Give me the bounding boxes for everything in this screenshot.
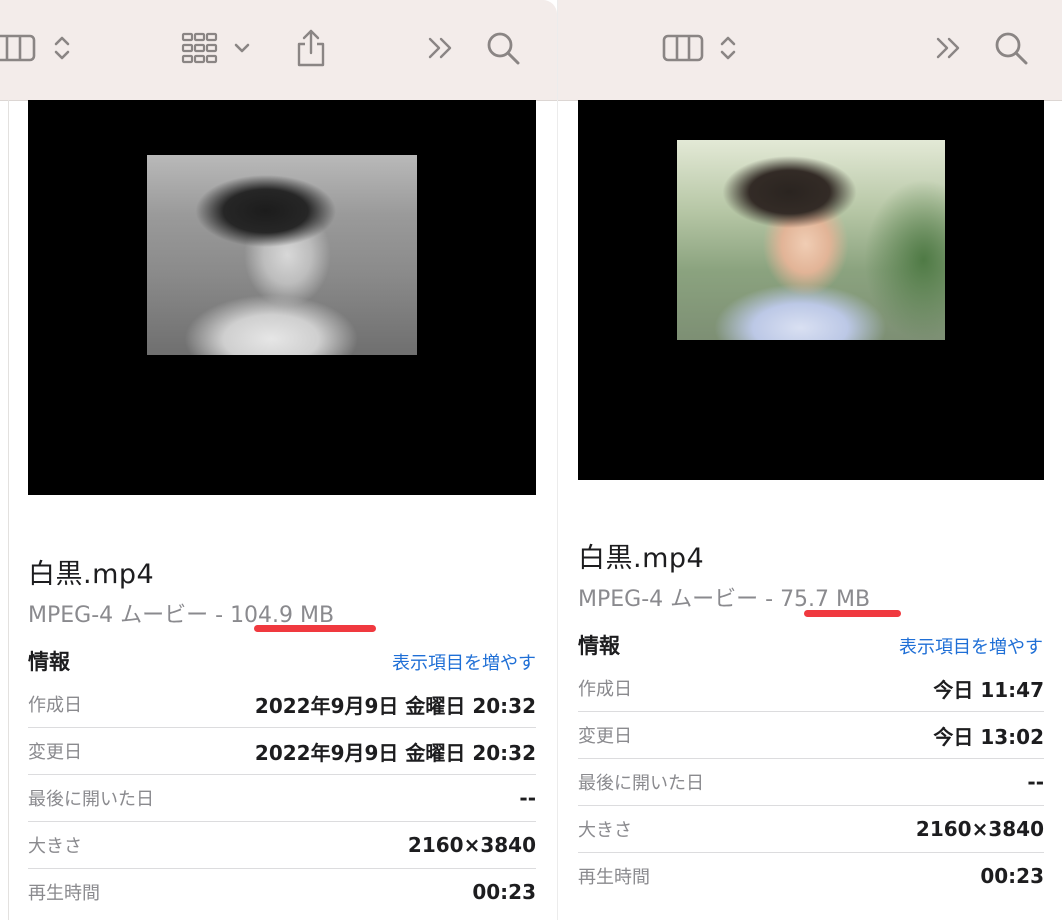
show-more-link[interactable]: 表示項目を増やす — [899, 633, 1043, 659]
updown-chevron-icon[interactable] — [50, 28, 74, 68]
info-row-modified: 変更日 2022年9月9日 金曜日 20:32 — [28, 727, 536, 774]
info-row-modified: 変更日 今日 13:02 — [578, 711, 1044, 758]
search-icon[interactable] — [484, 28, 522, 68]
row-label: 大きさ — [578, 820, 632, 841]
info-row-duration: 再生時間 00:23 — [28, 868, 536, 915]
row-label: 最後に開いた日 — [28, 789, 154, 810]
finder-preview-pane-right: 白黒.mp4 MPEG-4 ムービー - 75.7 MB 情報 表示項目を増やす… — [558, 0, 1062, 920]
info-row-dimensions: 大きさ 2160×3840 — [578, 805, 1044, 852]
size-highlight-underline — [804, 610, 901, 617]
video-preview[interactable] — [28, 100, 536, 495]
grid-view-icon[interactable] — [180, 28, 220, 68]
info-row-duration: 再生時間 00:23 — [578, 852, 1044, 899]
share-icon[interactable] — [294, 28, 328, 68]
finder-preview-pane-left: 白黒.mp4 MPEG-4 ムービー - 104.9 MB 情報 表示項目を増や… — [0, 0, 558, 920]
column-view-icon[interactable] — [661, 28, 707, 68]
row-label: 最後に開いた日 — [578, 773, 704, 794]
row-value: 2160×3840 — [407, 833, 536, 857]
row-label: 再生時間 — [28, 883, 100, 904]
toolbar — [0, 0, 557, 101]
info-row-created: 作成日 今日 11:47 — [578, 665, 1044, 711]
row-label: 大きさ — [28, 836, 82, 857]
row-value: 2160×3840 — [915, 817, 1044, 841]
more-chevron-icon[interactable] — [424, 28, 458, 68]
row-label: 作成日 — [28, 695, 82, 716]
row-value: 今日 11:47 — [933, 677, 1044, 702]
toolbar — [558, 0, 1062, 101]
column-view-icon[interactable] — [0, 28, 40, 68]
file-kind: MPEG-4 ムービー - — [578, 587, 781, 612]
row-label: 再生時間 — [578, 867, 650, 888]
info-row-last-opened: 最後に開いた日 -- — [28, 774, 536, 821]
video-preview[interactable] — [578, 100, 1044, 480]
row-value: 00:23 — [472, 880, 536, 904]
row-value: 00:23 — [980, 864, 1044, 888]
more-chevron-icon[interactable] — [932, 28, 966, 68]
row-value: -- — [1027, 770, 1044, 794]
info-row-last-opened: 最後に開いた日 -- — [578, 758, 1044, 805]
search-icon[interactable] — [992, 28, 1030, 68]
info-row-created: 作成日 2022年9月9日 金曜日 20:32 — [28, 681, 536, 727]
updown-chevron-icon[interactable] — [716, 28, 740, 68]
file-name: 白黒.mp4 — [28, 559, 155, 590]
info-table: 作成日 今日 11:47 変更日 今日 13:02 最後に開いた日 -- 大きさ… — [578, 665, 1044, 899]
info-heading: 情報 — [578, 634, 620, 658]
row-label: 変更日 — [28, 742, 82, 763]
show-more-link[interactable]: 表示項目を増やす — [392, 649, 536, 675]
row-label: 作成日 — [578, 679, 632, 700]
file-size: 75.7 MB — [780, 587, 871, 612]
row-value: 2022年9月9日 金曜日 20:32 — [254, 740, 536, 765]
file-kind: MPEG-4 ムービー - — [28, 603, 231, 628]
chevron-down-icon[interactable] — [231, 28, 253, 68]
file-kind-size: MPEG-4 ムービー - 75.7 MB — [578, 581, 870, 613]
size-highlight-underline — [254, 625, 376, 632]
row-label: 変更日 — [578, 726, 632, 747]
info-heading: 情報 — [28, 650, 70, 674]
row-value: 2022年9月9日 金曜日 20:32 — [254, 693, 536, 718]
sidebar-divider — [8, 100, 9, 920]
thumbnail-image — [677, 140, 945, 340]
row-value: -- — [519, 786, 536, 810]
thumbnail-image — [147, 155, 417, 355]
info-table: 作成日 2022年9月9日 金曜日 20:32 変更日 2022年9月9日 金曜… — [28, 681, 536, 915]
row-value: 今日 13:02 — [933, 724, 1044, 749]
info-row-dimensions: 大きさ 2160×3840 — [28, 821, 536, 868]
file-name: 白黒.mp4 — [578, 543, 705, 574]
